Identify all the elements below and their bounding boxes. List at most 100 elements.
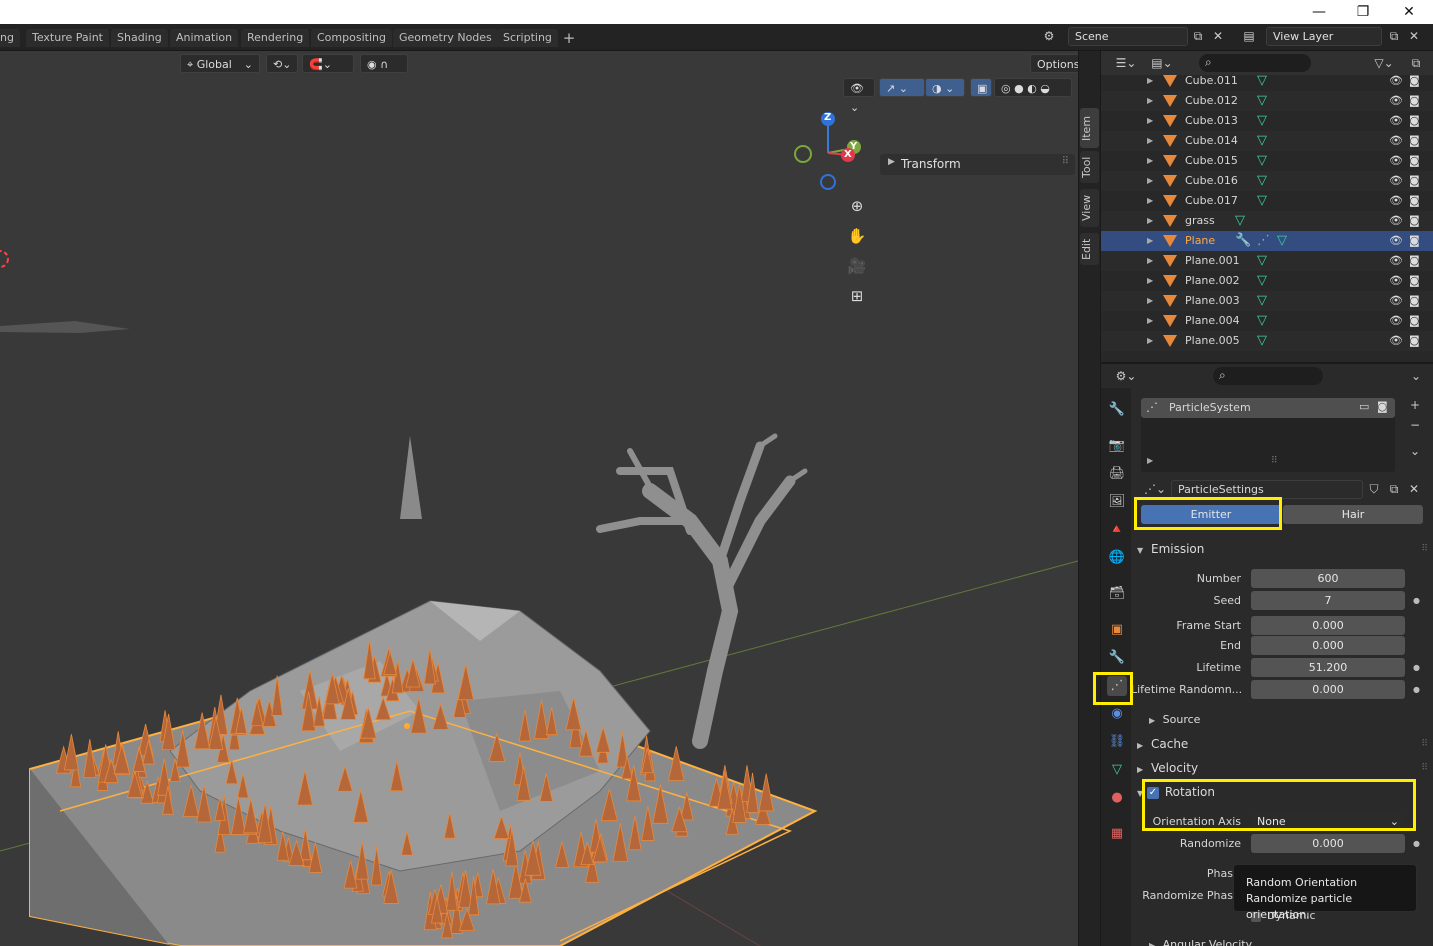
- expand-arrow-icon[interactable]: ▶: [1147, 111, 1153, 131]
- eye-icon[interactable]: 👁: [1389, 251, 1403, 271]
- expand-arrow-icon[interactable]: ▶: [1147, 191, 1153, 211]
- transform-orientation-dropdown[interactable]: ⌖ Global ⌄: [180, 54, 260, 73]
- emitter-toggle[interactable]: Emitter: [1141, 505, 1281, 524]
- outliner-row[interactable]: ▶ Cube.015 ▽ 👁 ◙: [1101, 151, 1433, 171]
- object-name[interactable]: Cube.011: [1185, 71, 1238, 91]
- object-name[interactable]: Cube.014: [1185, 131, 1238, 151]
- outliner-row[interactable]: ▶ Plane 🔧 ⋰ ▽ 👁 ◙: [1101, 231, 1433, 251]
- expand-arrow-icon[interactable]: ▶: [1147, 131, 1153, 151]
- maximize-button[interactable]: ❐: [1340, 0, 1386, 24]
- tab-item[interactable]: Item: [1080, 108, 1099, 148]
- eye-icon[interactable]: 👁: [1389, 271, 1403, 291]
- ortho-toggle-button[interactable]: ⊞: [844, 283, 870, 309]
- camera-icon[interactable]: ◙: [1409, 291, 1420, 311]
- rotation-section-header[interactable]: ▼ ✓ Rotation: [1133, 781, 1432, 803]
- scene-icon[interactable]: ⚙: [1040, 27, 1058, 45]
- camera-icon[interactable]: ◙: [1377, 400, 1388, 413]
- editor-type-dropdown[interactable]: ⚙⌄: [1111, 367, 1141, 385]
- keyframe-dot-icon[interactable]: ●: [1413, 685, 1420, 694]
- expand-arrow-icon[interactable]: ▶: [1147, 231, 1153, 251]
- frame-start-field[interactable]: 0.000: [1251, 616, 1405, 635]
- outliner-row[interactable]: ▶ Plane.004 ▽ 👁 ◙: [1101, 311, 1433, 331]
- new-collection-button[interactable]: ⧉: [1407, 54, 1425, 72]
- tab-shading[interactable]: Shading: [111, 29, 168, 47]
- expand-arrow-icon[interactable]: ▶: [1147, 291, 1153, 311]
- view-layer-selector[interactable]: View Layer: [1266, 27, 1382, 46]
- tab-view[interactable]: View: [1080, 189, 1099, 227]
- data-tab[interactable]: ▽: [1107, 760, 1127, 780]
- object-tab[interactable]: ▣: [1107, 620, 1127, 640]
- delete-scene-icon[interactable]: ✕: [1209, 27, 1227, 45]
- tool-tab[interactable]: 🔧: [1107, 400, 1127, 420]
- eye-icon[interactable]: 👁: [1389, 111, 1403, 131]
- tab-compositing[interactable]: Compositing: [311, 29, 392, 47]
- expand-arrow-icon[interactable]: ▶: [1147, 311, 1153, 331]
- randomize-field[interactable]: 0.000: [1251, 834, 1405, 853]
- eye-icon[interactable]: 👁: [1389, 151, 1403, 171]
- lifetime-random-field[interactable]: 0.000: [1251, 680, 1405, 699]
- object-name[interactable]: Cube.012: [1185, 91, 1238, 111]
- camera-icon[interactable]: ◙: [1409, 211, 1420, 231]
- keyframe-dot-icon[interactable]: ●: [1413, 663, 1420, 672]
- remove-particle-system-button[interactable]: −: [1406, 416, 1424, 434]
- camera-view-button[interactable]: 🎥: [844, 253, 870, 279]
- outliner[interactable]: ☰⌄ ▤⌄ ⌕ ▽⌄ ⧉ ▶ Cube.011 ▽ 👁 ◙ ▶ Cube.012 ▽ 👁 ◙ ▶ Cu…: [1100, 51, 1433, 362]
- tab-scripting[interactable]: Scripting: [497, 29, 558, 47]
- eye-icon[interactable]: 👁: [1389, 211, 1403, 231]
- outliner-row[interactable]: ▶ Plane.001 ▽ 👁 ◙: [1101, 251, 1433, 271]
- outliner-search-input[interactable]: ⌕: [1199, 54, 1311, 72]
- camera-icon[interactable]: ◙: [1409, 231, 1420, 251]
- monitor-icon[interactable]: ▭: [1359, 400, 1369, 413]
- eye-icon[interactable]: 👁: [1389, 331, 1403, 351]
- cache-section-header[interactable]: ▶ Cache ⠿: [1133, 733, 1432, 755]
- object-name[interactable]: Cube.015: [1185, 151, 1238, 171]
- camera-icon[interactable]: ◙: [1409, 151, 1420, 171]
- shading-mode-group[interactable]: ◎ ● ◐ ◒: [994, 78, 1072, 97]
- outliner-row[interactable]: ▶ Plane.002 ▽ 👁 ◙: [1101, 271, 1433, 291]
- eye-icon[interactable]: 👁: [1389, 171, 1403, 191]
- filter-mode-dropdown[interactable]: ▤⌄: [1147, 54, 1177, 72]
- unlink-settings-button[interactable]: ✕: [1405, 480, 1423, 498]
- view-layer-icon[interactable]: ▤: [1240, 27, 1258, 45]
- overlays-toggle[interactable]: ◑ ⌄: [925, 78, 965, 97]
- filter-dropdown[interactable]: ▽⌄: [1369, 54, 1399, 72]
- outliner-row[interactable]: ▶ Cube.016 ▽ 👁 ◙: [1101, 171, 1433, 191]
- new-scene-icon[interactable]: ⧉: [1189, 27, 1207, 45]
- resize-handle-icon[interactable]: ⠿: [1271, 456, 1278, 466]
- gizmo-toggle[interactable]: ↗ ⌄: [879, 78, 925, 97]
- scene-tab[interactable]: 🔺: [1107, 520, 1127, 540]
- camera-icon[interactable]: ◙: [1409, 171, 1420, 191]
- object-name[interactable]: Cube.016: [1185, 171, 1238, 191]
- outliner-row[interactable]: ▶ Cube.013 ▽ 👁 ◙: [1101, 111, 1433, 131]
- zoom-button[interactable]: ⊕: [844, 193, 870, 219]
- eye-icon[interactable]: 👁: [1389, 311, 1403, 331]
- source-subpanel-header[interactable]: ▶ Source: [1149, 709, 1432, 731]
- drag-handle-icon[interactable]: ⠿: [1421, 733, 1428, 755]
- object-name[interactable]: Plane: [1185, 231, 1215, 251]
- object-name[interactable]: Cube.013: [1185, 111, 1238, 131]
- object-name[interactable]: Plane.004: [1185, 311, 1240, 331]
- tab-tool[interactable]: Tool: [1080, 151, 1099, 183]
- camera-icon[interactable]: ◙: [1409, 91, 1420, 111]
- end-field[interactable]: 0.000: [1251, 636, 1405, 655]
- add-workspace-button[interactable]: +: [560, 29, 578, 47]
- seed-field[interactable]: 7: [1251, 591, 1405, 610]
- 3d-viewport[interactable]: ⌖ Global⌄ ⟲⌄ 🧲⌄ ◉ ∩ Options ⌄ 👁⌄ ↗ ⌄ ◑ ⌄…: [0, 51, 1078, 946]
- eye-icon[interactable]: 👁: [1389, 91, 1403, 111]
- pan-button[interactable]: ✋: [844, 223, 870, 249]
- tab-rendering[interactable]: Rendering: [241, 29, 310, 47]
- properties-editor[interactable]: ⚙⌄ ⌕ ⌄ 🔧 📷 🖨 🖼 🔺 🌐 🗃 ▣ 🔧 ⋰ ◉ ⛓ ▽ ● ▦ ⋰ P…: [1100, 362, 1433, 946]
- object-name[interactable]: grass: [1185, 211, 1215, 231]
- outliner-row[interactable]: ▶ Plane.003 ▽ 👁 ◙: [1101, 291, 1433, 311]
- delete-view-layer-icon[interactable]: ✕: [1405, 27, 1423, 45]
- collection-tab[interactable]: 🗃: [1107, 584, 1127, 604]
- drag-handle-icon[interactable]: ⠿: [1062, 156, 1069, 167]
- keyframe-dot-icon[interactable]: ●: [1413, 839, 1420, 848]
- render-tab[interactable]: 📷: [1107, 436, 1127, 456]
- eye-icon[interactable]: 👁: [1389, 291, 1403, 311]
- object-name[interactable]: Plane.002: [1185, 271, 1240, 291]
- tab-animation[interactable]: Animation: [170, 29, 239, 47]
- tab-texture-paint[interactable]: Texture Paint: [26, 29, 109, 47]
- pivot-point-dropdown[interactable]: ⟲⌄: [266, 54, 298, 73]
- object-name[interactable]: Cube.017: [1185, 191, 1238, 211]
